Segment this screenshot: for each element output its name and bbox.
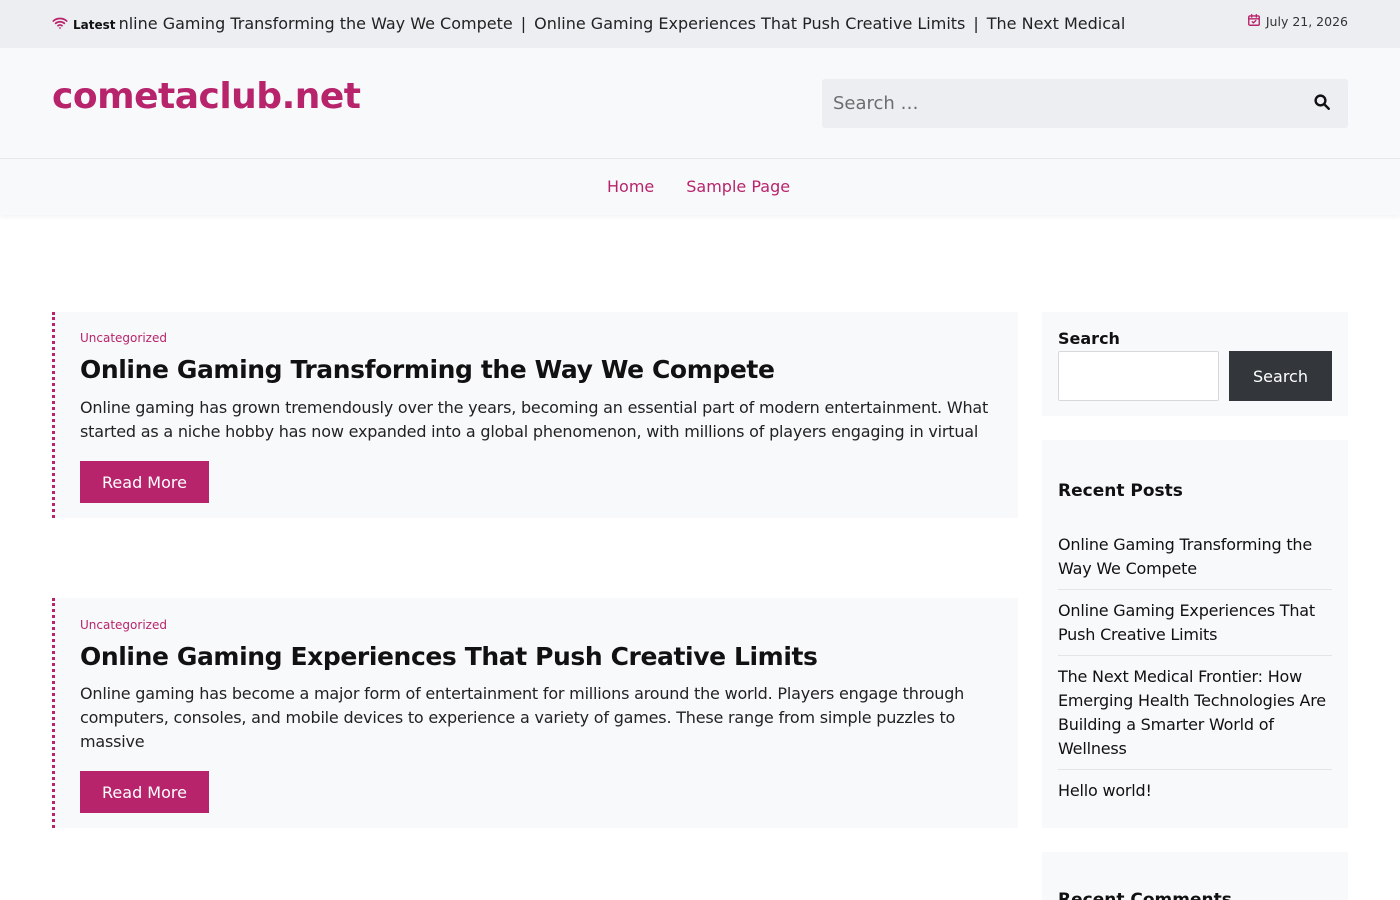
recent-posts-title: Recent Posts [1058, 481, 1183, 501]
site-header: cometaclub.net [0, 48, 1400, 158]
latest-badge: Latest [52, 15, 116, 35]
post-title[interactable]: Online Gaming Transforming the Way We Co… [80, 355, 775, 384]
post-excerpt: Online gaming has become a major form of… [80, 684, 965, 751]
nav-item-home[interactable]: Home [607, 177, 654, 196]
date-display: July 21, 2026 [1247, 13, 1348, 30]
sidebar-search-input[interactable] [1058, 351, 1219, 401]
recent-post-link[interactable]: Hello world! [1058, 779, 1332, 811]
post-category[interactable]: Uncategorized [80, 331, 167, 345]
ticker-item[interactable]: Online Gaming Experiences That Push Crea… [534, 14, 965, 33]
latest-label: Latest [73, 18, 116, 32]
main-navigation: Home Sample Page [0, 158, 1400, 215]
date-text: July 21, 2026 [1265, 14, 1348, 29]
search-button[interactable] [1310, 92, 1334, 116]
nav-item-sample-page[interactable]: Sample Page [686, 177, 790, 196]
sidebar-search-button[interactable]: Search [1229, 351, 1332, 401]
top-bar: Latest Online Gaming Transforming the Wa… [0, 0, 1400, 48]
site-title[interactable]: cometaclub.net [52, 76, 361, 117]
calendar-check-icon [1247, 13, 1261, 30]
wifi-icon [52, 15, 68, 35]
ticker-separator: | [973, 14, 979, 33]
search-widget-title: Search [1058, 329, 1120, 348]
search-input[interactable] [822, 79, 1292, 128]
search-widget: Search Search [1042, 312, 1348, 416]
post-card: Uncategorized Online Gaming Transforming… [52, 312, 1018, 518]
search-icon [1313, 93, 1331, 115]
recent-post-link[interactable]: Online Gaming Experiences That Push Crea… [1058, 599, 1332, 656]
ticker-item[interactable]: The Next Medical Frontier: How Emerging … [987, 14, 1130, 33]
news-ticker: Online Gaming Transforming the Way We Co… [120, 12, 1130, 36]
post-category[interactable]: Uncategorized [80, 618, 167, 632]
recent-comments-title: Recent Comments [1058, 890, 1232, 900]
post-title[interactable]: Online Gaming Experiences That Push Crea… [80, 642, 818, 671]
ticker-separator: | [520, 14, 527, 33]
post-card: Uncategorized Online Gaming Experiences … [52, 598, 1018, 828]
read-more-button[interactable]: Read More [80, 461, 209, 503]
recent-post-link[interactable]: The Next Medical Frontier: How Emerging … [1058, 665, 1332, 770]
recent-posts-widget: Recent Posts Online Gaming Transforming … [1042, 440, 1348, 828]
header-search [822, 79, 1348, 128]
recent-post-link[interactable]: Online Gaming Transforming the Way We Co… [1058, 533, 1332, 590]
recent-comments-widget: Recent Comments [1042, 852, 1348, 900]
post-excerpt: Online gaming has grown tremendously ove… [80, 398, 989, 441]
read-more-button[interactable]: Read More [80, 771, 209, 813]
recent-posts-list: Online Gaming Transforming the Way We Co… [1058, 533, 1332, 820]
ticker-item[interactable]: Online Gaming Transforming the Way We Co… [120, 14, 513, 33]
